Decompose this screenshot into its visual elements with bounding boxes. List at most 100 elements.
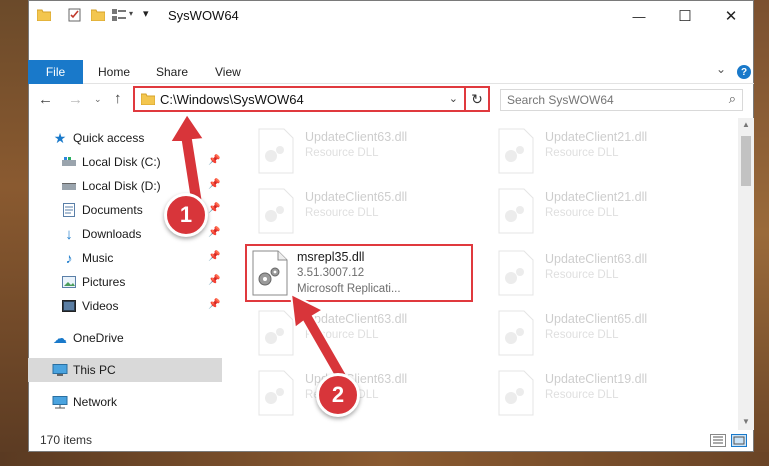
help-icon[interactable]: ? (737, 65, 751, 79)
refresh-icon: ↻ (471, 90, 483, 107)
details-view-button[interactable] (710, 434, 726, 447)
large-icons-view-button[interactable] (731, 434, 747, 447)
pictures-icon (61, 274, 77, 290)
file-version: 3.51.3007.12 (297, 267, 365, 279)
nav-network[interactable]: Network (28, 390, 222, 414)
ribbon-expand-icon[interactable]: ⌄ (716, 62, 726, 76)
properties-icon[interactable] (68, 8, 82, 22)
tab-home[interactable]: Home (98, 65, 130, 79)
pin-icon[interactable]: 📌 (208, 227, 220, 238)
file-name: UpdateClient19.dll (545, 372, 648, 386)
nav-label: This PC (73, 363, 116, 377)
file-description: Resource DLL (545, 147, 619, 159)
desktop-background-left (0, 0, 28, 466)
file-tile[interactable]: UpdateClient21.dll Resource DLL (485, 182, 715, 242)
dll-file-icon (258, 128, 294, 174)
large-icons-view-icon (733, 436, 745, 445)
file-name: UpdateClient21.dll (545, 190, 648, 204)
file-tile[interactable]: UpdateClient21.dll Resource DLL (485, 122, 715, 182)
file-name: UpdateClient63.dll (305, 130, 408, 144)
scroll-up-icon[interactable]: ▲ (742, 120, 750, 129)
nav-label: Local Disk (C:) (82, 155, 161, 169)
nav-videos[interactable]: Videos 📌 (28, 294, 222, 318)
file-name: UpdateClient65.dll (545, 312, 648, 326)
music-note-icon: ♪ (65, 250, 73, 266)
close-button[interactable]: ✕ (708, 0, 754, 32)
folder-icon (37, 9, 51, 21)
back-arrow-icon[interactable]: ← (38, 91, 53, 108)
pin-icon[interactable]: 📌 (208, 299, 220, 310)
pin-icon[interactable]: 📌 (208, 251, 220, 262)
vertical-scrollbar[interactable]: ▲ ▼ (738, 118, 754, 430)
file-name: msrepl35.dll (297, 250, 365, 264)
dll-file-icon (498, 128, 534, 174)
nav-label: Videos (82, 299, 119, 313)
customize-toolbar-icon[interactable] (112, 9, 126, 21)
tab-file[interactable]: File (28, 60, 83, 84)
dll-file-icon (498, 370, 534, 416)
cloud-icon: ☁ (53, 329, 67, 346)
file-description: Resource DLL (545, 269, 619, 281)
nav-label: Documents (82, 203, 143, 217)
callout-2: 2 (316, 373, 360, 417)
file-name: UpdateClient63.dll (545, 252, 648, 266)
address-bar[interactable]: C:\Windows\SysWOW64 ⌄ (133, 86, 466, 112)
minimize-button[interactable]: — (616, 0, 662, 32)
file-tile[interactable]: UpdateClient63.dll Resource DLL (485, 244, 715, 304)
recent-locations-icon[interactable]: ⌄ (94, 94, 102, 105)
callout-1: 1 (164, 193, 208, 237)
pin-icon[interactable]: 📌 (208, 275, 220, 286)
download-arrow-icon: ↓ (65, 225, 73, 243)
navigation-bar: ← → ⌄ ↑ C:\Windows\SysWOW64 ⌄ ↻ ⌕ (28, 86, 754, 116)
file-description: Resource DLL (545, 329, 619, 341)
maximize-button[interactable]: ☐ (662, 0, 708, 32)
file-name: UpdateClient21.dll (545, 130, 648, 144)
file-description: Resource DLL (545, 389, 619, 401)
nav-label: Music (82, 251, 114, 265)
minimize-icon: — (632, 8, 646, 24)
tab-view[interactable]: View (215, 65, 241, 79)
scroll-down-icon[interactable]: ▼ (742, 417, 750, 426)
file-tile[interactable]: UpdateClient65.dll Resource DLL (245, 182, 475, 242)
file-description: Resource DLL (305, 207, 379, 219)
new-folder-icon[interactable] (91, 9, 105, 21)
search-box[interactable]: ⌕ (500, 89, 743, 111)
search-input[interactable] (507, 92, 707, 108)
refresh-button[interactable]: ↻ (464, 86, 490, 112)
tab-share[interactable]: Share (156, 65, 188, 79)
desktop-background-right (754, 0, 769, 466)
dll-file-icon (498, 188, 534, 234)
scroll-thumb[interactable] (741, 136, 751, 186)
forward-arrow-icon[interactable]: → (68, 91, 83, 108)
network-icon (52, 394, 68, 410)
address-dropdown-icon[interactable]: ⌄ (449, 92, 458, 105)
file-tile[interactable]: UpdateClient65.dll Resource DLL (485, 304, 715, 364)
file-tile[interactable]: UpdateClient19.dll Resource DLL (485, 364, 715, 424)
drive-icon (61, 178, 77, 194)
computer-icon (52, 362, 68, 378)
search-icon: ⌕ (728, 91, 736, 106)
nav-label: Pictures (82, 275, 126, 289)
file-tile[interactable]: UpdateClient63.dll Resource DLL (245, 122, 475, 182)
drive-icon (61, 154, 77, 170)
nav-label: OneDrive (73, 331, 124, 345)
nav-label: Network (73, 395, 118, 409)
dll-file-icon (498, 250, 534, 296)
nav-pictures[interactable]: Pictures 📌 (28, 270, 222, 294)
file-description: Resource DLL (305, 147, 379, 159)
nav-this-pc[interactable]: This PC (28, 358, 222, 382)
nav-label: Quick access (73, 131, 145, 145)
title-bar: ▾ ▾ SysWOW64 — ☐ ✕ (28, 0, 754, 32)
up-arrow-icon[interactable]: ↑ (114, 90, 122, 107)
nav-music[interactable]: ♪ Music 📌 (28, 246, 222, 270)
window-title: SysWOW64 (168, 8, 239, 23)
item-count: 170 items (40, 433, 93, 447)
nav-label: Downloads (82, 227, 142, 241)
documents-icon (61, 202, 77, 218)
nav-onedrive[interactable]: ☁ OneDrive (28, 326, 222, 350)
file-description: Resource DLL (545, 207, 619, 219)
close-icon: ✕ (724, 8, 738, 25)
toolbar-dropdown-icon[interactable]: ▾ (129, 9, 133, 18)
file-name: UpdateClient65.dll (305, 190, 408, 204)
qat-overflow-icon[interactable]: ▾ (143, 7, 149, 20)
